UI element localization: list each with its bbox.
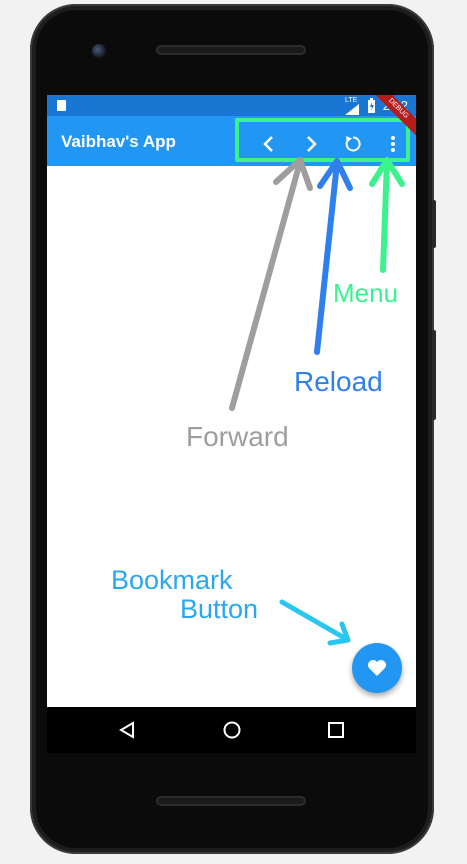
reload-annotation: Reload <box>294 366 383 397</box>
bookmark-arrow <box>279 599 351 646</box>
forward-annotation: Forward <box>186 421 289 452</box>
menu-arrow <box>369 157 405 273</box>
reload-arrow <box>314 158 353 355</box>
bookmark-annotation-line2: Button <box>180 594 259 624</box>
menu-annotation: Menu <box>333 278 399 308</box>
bookmark-annotation-line1: Bookmark <box>111 565 233 595</box>
